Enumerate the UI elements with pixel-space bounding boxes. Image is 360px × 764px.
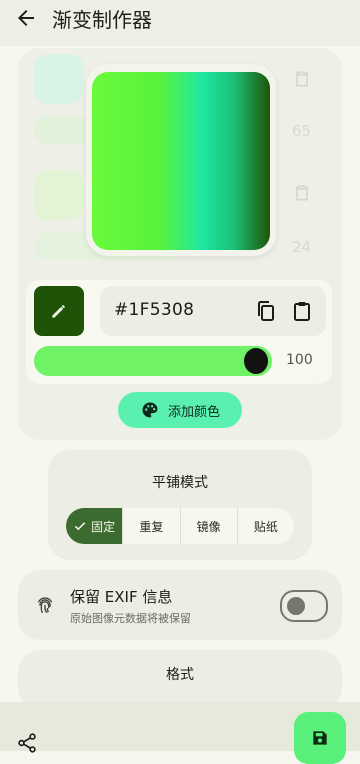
format-title: 格式 bbox=[166, 667, 194, 683]
save-button[interactable] bbox=[294, 712, 346, 764]
exif-toggle[interactable] bbox=[280, 590, 328, 622]
ghost-value: 65 bbox=[292, 122, 312, 140]
check-icon bbox=[74, 522, 86, 531]
pencil-icon bbox=[52, 305, 65, 318]
hex-field[interactable]: #1F5308 bbox=[100, 286, 326, 336]
ghost-value: 24 bbox=[292, 238, 312, 256]
palette-icon bbox=[142, 402, 158, 418]
fingerprint-icon bbox=[37, 597, 53, 614]
paste-icon bbox=[296, 71, 308, 87]
format-card: 格式 bbox=[18, 650, 342, 710]
exif-card[interactable]: 保留 EXIF 信息 原始图像元数据将被保留 bbox=[18, 570, 342, 640]
tile-option-label: 贴纸 bbox=[253, 519, 278, 534]
position-value: 100 bbox=[286, 352, 313, 368]
tile-mode-segmented: 固定 重复 镜像 贴纸 bbox=[66, 508, 294, 544]
paste-icon bbox=[296, 185, 308, 201]
tile-mode-title: 平铺模式 bbox=[152, 475, 208, 491]
add-color-button[interactable]: 添加颜色 bbox=[118, 392, 242, 428]
ghost-swatch bbox=[34, 54, 84, 104]
exif-title: 保留 EXIF 信息 bbox=[70, 588, 173, 606]
tile-option-decal[interactable]: 贴纸 bbox=[236, 508, 294, 544]
save-icon bbox=[313, 731, 327, 745]
add-color-label: 添加颜色 bbox=[167, 404, 220, 420]
hex-value[interactable]: #1F5308 bbox=[114, 300, 194, 320]
copy-icon[interactable] bbox=[254, 299, 278, 323]
gradient-preview bbox=[92, 72, 270, 250]
tile-option-label: 重复 bbox=[139, 519, 164, 534]
tile-option-mirror[interactable]: 镜像 bbox=[179, 508, 237, 544]
position-slider[interactable] bbox=[34, 346, 272, 376]
tile-option-label: 固定 bbox=[91, 519, 116, 534]
slider-thumb[interactable] bbox=[246, 350, 266, 372]
exif-subtitle: 原始图像元数据将被保留 bbox=[70, 612, 191, 625]
gradient-preview-card bbox=[86, 64, 276, 256]
ghost-swatch bbox=[34, 170, 84, 220]
paste-icon[interactable] bbox=[290, 299, 314, 323]
color-swatch-button[interactable] bbox=[34, 286, 84, 336]
tile-option-label: 镜像 bbox=[196, 519, 221, 534]
toggle-knob bbox=[287, 597, 305, 615]
tile-option-repeat[interactable]: 重复 bbox=[122, 508, 179, 544]
tile-mode-card: 平铺模式 固定 重复 镜像 贴纸 bbox=[48, 450, 312, 560]
tile-option-clamp[interactable]: 固定 bbox=[66, 508, 123, 544]
